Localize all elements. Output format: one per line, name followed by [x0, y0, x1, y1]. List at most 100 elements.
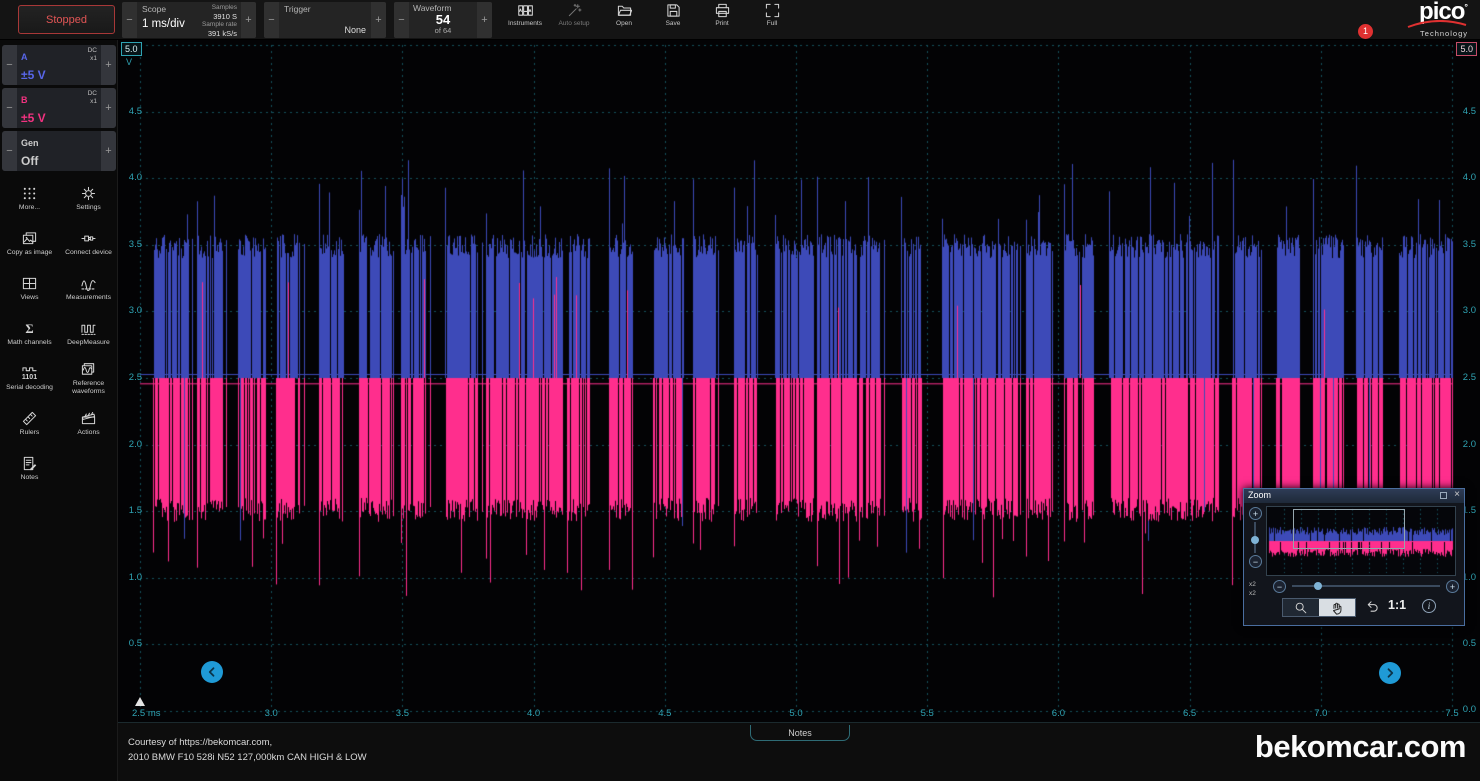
zoom-out-horizontal-button[interactable]: −	[1273, 580, 1286, 593]
channel-a-scale-tag[interactable]: 5.0	[121, 42, 142, 56]
zoom-overview-thumbnail[interactable]	[1266, 506, 1456, 576]
channel-panel-b[interactable]: −BDCx1±5 V+	[2, 88, 116, 128]
sidebar-tool-copy-as-image[interactable]: Copy as image	[0, 221, 59, 266]
horizontal-zoom-slider[interactable]	[1292, 585, 1440, 587]
timebase-decrease-button[interactable]: −	[122, 2, 137, 38]
zoom-pin-icon[interactable]	[1440, 492, 1447, 499]
pan-left-button[interactable]	[201, 661, 223, 683]
sidebar-tool-label: Measurements	[66, 294, 111, 302]
sidebar-tool-measurements[interactable]: Measurements	[59, 266, 118, 311]
open-label: Open	[616, 20, 632, 27]
channel-a-decrease-button[interactable]: −	[2, 45, 17, 85]
sidebar-tool-connect-device[interactable]: Connect device	[59, 221, 118, 266]
horizontal-zoom-handle[interactable]	[1314, 582, 1322, 590]
trigger-panel: − Trigger None +	[264, 2, 386, 38]
y-axis-label: 2.5	[1454, 372, 1476, 383]
measurements-icon	[81, 276, 96, 291]
auto-setup-icon	[567, 3, 582, 18]
timebase-value[interactable]: 1 ms/div	[142, 18, 186, 30]
channel-panel-a[interactable]: −ADCx1±5 V+	[2, 45, 116, 85]
x-axis-label: 3.0	[265, 708, 278, 719]
channel-panel-gen[interactable]: −GenOff+	[2, 131, 116, 171]
x-axis-label: 4.0	[527, 708, 540, 719]
channel-gen-increase-button[interactable]: +	[101, 131, 116, 171]
trigger-increase-button[interactable]: +	[371, 2, 386, 38]
waveform-buffer-panel: − Waveform 54 of 64 +	[394, 2, 492, 38]
sample-rate-label: Sample rate	[191, 21, 237, 29]
zoom-ratio-button[interactable]: 1:1	[1388, 598, 1406, 612]
notes-icon	[22, 456, 37, 471]
instruments-icon	[518, 3, 533, 18]
x-axis-label: 5.5	[921, 708, 934, 719]
sidebar-tool-label: Notes	[21, 474, 39, 482]
sidebar-tool-deepmeasure[interactable]: DeepMeasure	[59, 311, 118, 356]
sidebar-tool-label: Serial decoding	[6, 384, 53, 392]
sidebar-tool-rulers[interactable]: Rulers	[0, 401, 59, 446]
vertical-zoom-slider[interactable]	[1254, 522, 1256, 553]
zoom-window-titlebar[interactable]: Zoom ×	[1244, 489, 1464, 503]
waveform-previous-button[interactable]: −	[394, 2, 409, 38]
notification-badge[interactable]: 1	[1358, 24, 1373, 39]
zoom-out-vertical-button[interactable]: −	[1249, 555, 1262, 568]
connect-device-icon	[81, 231, 96, 246]
x-axis-label: 5.0	[789, 708, 802, 719]
svg-text:1101: 1101	[22, 374, 37, 381]
sidebar-tool-reference-waveforms[interactable]: Reference waveforms	[59, 356, 118, 401]
sidebar-tool-actions[interactable]: Actions	[59, 401, 118, 446]
sidebar-tool-notes[interactable]: Notes	[0, 446, 59, 491]
y-axis-label: 2.5	[120, 372, 142, 383]
sidebar-tool-label: Copy as image	[7, 249, 52, 257]
channel-b-decrease-button[interactable]: −	[2, 88, 17, 128]
zoom-in-vertical-button[interactable]: +	[1249, 507, 1262, 520]
instruments-button[interactable]: Instruments	[502, 3, 548, 37]
zoom-close-icon[interactable]: ×	[1454, 489, 1460, 500]
sidebar-tool-views[interactable]: Views	[0, 266, 59, 311]
waveform-next-button[interactable]: +	[477, 2, 492, 38]
full-button[interactable]: Full	[749, 3, 795, 37]
trigger-mode-value[interactable]: None	[344, 25, 366, 35]
sidebar-tool-math-channels[interactable]: ΣMath channels	[0, 311, 59, 356]
zoom-in-horizontal-button[interactable]: +	[1446, 580, 1459, 593]
channel-gen-decrease-button[interactable]: −	[2, 131, 17, 171]
timebase-increase-button[interactable]: +	[241, 2, 256, 38]
zoom-selection-rect[interactable]	[1293, 509, 1405, 549]
open-button[interactable]: Open	[601, 3, 647, 37]
y-axis-label: 3.0	[1454, 305, 1476, 316]
auto-setup-button[interactable]: Auto setup	[551, 3, 597, 37]
sidebar-tool-more[interactable]: More...	[0, 176, 59, 221]
y-axis-label: 3.5	[120, 239, 142, 250]
notes-tab[interactable]: Notes	[750, 725, 850, 741]
sidebar-tool-label: DeepMeasure	[67, 339, 110, 347]
channel-letter: A	[21, 52, 28, 62]
pan-right-button[interactable]	[1379, 662, 1401, 684]
channel-b-increase-button[interactable]: +	[101, 88, 116, 128]
channel-a-increase-button[interactable]: +	[101, 45, 116, 85]
channel-range-value: ±5 V	[21, 111, 46, 125]
save-button[interactable]: Save	[650, 3, 696, 37]
samples-value: 3910 S	[191, 12, 237, 21]
ruler-icon	[22, 411, 37, 426]
zoom-tool-button[interactable]	[1283, 599, 1319, 616]
sidebar-tool-label: Rulers	[20, 429, 40, 437]
sidebar-tool-settings[interactable]: Settings	[59, 176, 118, 221]
zoom-undo-button[interactable]	[1364, 599, 1380, 617]
trigger-decrease-button[interactable]: −	[264, 2, 279, 38]
sidebar-tool-grid: More... Settings Copy as image Connect devi…	[0, 176, 118, 491]
capture-start-marker[interactable]	[135, 697, 145, 706]
capture-stopped-button[interactable]: Stopped	[18, 5, 115, 34]
sidebar-tool-serial-decoding[interactable]: 1101 Serial decoding	[0, 356, 59, 401]
picoscope-window: Stopped − Scope 1 ms/div Samples 3910 S …	[0, 0, 1480, 781]
sidebar-tool-label: Connect device	[65, 249, 112, 257]
print-button[interactable]: Print	[699, 3, 745, 37]
scope-settings-panel: − Scope 1 ms/div Samples 3910 S Sample r…	[122, 2, 256, 38]
pan-hand-tool-button[interactable]	[1319, 599, 1355, 616]
zoom-mode-toggle	[1282, 598, 1356, 617]
save-label: Save	[666, 20, 681, 27]
note-line-2: 2010 BMW F10 528i N52 127,000km CAN HIGH…	[128, 751, 367, 766]
scope-panel-title: Scope	[142, 4, 186, 14]
sidebar-tool-label: Settings	[76, 204, 101, 212]
channel-b-scale-tag[interactable]: 5.0	[1456, 42, 1477, 56]
vertical-zoom-handle[interactable]	[1251, 536, 1259, 544]
zoom-overview-window: Zoom × + − x2 x2 − +	[1243, 488, 1465, 626]
zoom-info-button[interactable]: i	[1422, 599, 1436, 613]
